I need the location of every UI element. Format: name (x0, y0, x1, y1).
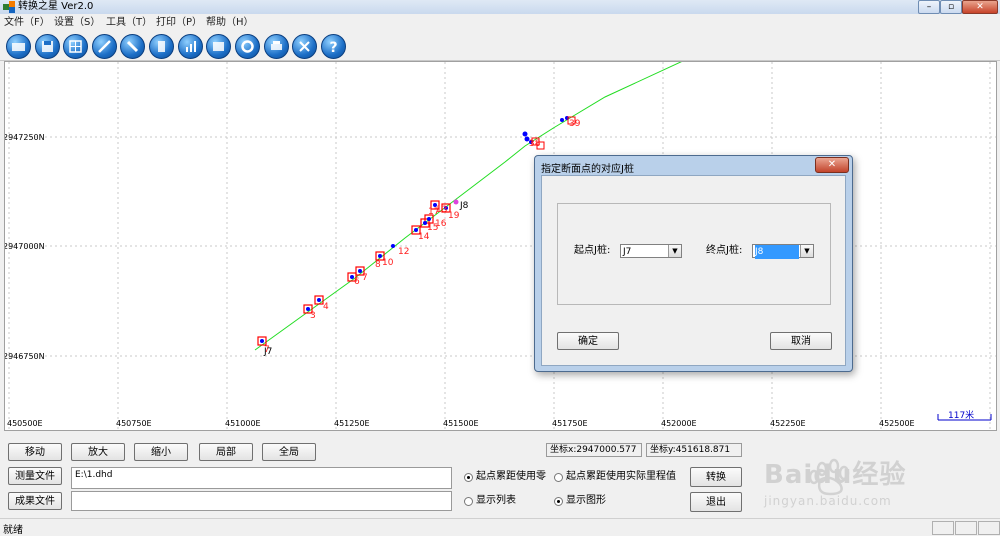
point-label: 17 (428, 207, 439, 217)
dialog-body: 起点J桩: J7 ▼ 终点J桩: J8 ▼ 确定 取消 (541, 175, 846, 366)
point-label: 4 (323, 302, 329, 312)
partial-view-button[interactable]: 局部 (199, 443, 253, 461)
maximize-icon[interactable]: ▫ (940, 0, 962, 14)
radio-start-actual-label: 起点累距使用实际里程值 (566, 471, 676, 482)
gear-icon[interactable] (235, 34, 260, 59)
cancel-button[interactable]: 取消 (770, 332, 832, 350)
start-pile-select[interactable]: J7 ▼ (620, 244, 682, 258)
point-label-j8: J8 (459, 201, 469, 211)
point-label-j7: J7 (263, 347, 272, 357)
y-tick: 2946750N (5, 352, 45, 361)
y-tick: 2947000N (5, 242, 45, 251)
status-bar: 就绪 (0, 518, 1000, 536)
point-label: 39 (569, 119, 581, 129)
point-label: 16 (435, 219, 447, 229)
full-view-button[interactable]: 全局 (262, 443, 316, 461)
status-cell (932, 521, 954, 535)
folder-open-icon[interactable] (6, 34, 31, 59)
result-file-path[interactable] (71, 491, 452, 511)
point-label: 3 (310, 311, 316, 321)
x-tick: 451500E (443, 419, 479, 428)
printer-icon[interactable] (264, 34, 289, 59)
radio-start-zero[interactable] (464, 473, 473, 482)
x-tick: 450750E (116, 419, 152, 428)
result-file-button[interactable]: 成果文件 (8, 492, 62, 510)
close-window-icon[interactable]: ✕ (962, 0, 998, 14)
radio-start-zero-label: 起点累距使用零 (476, 471, 546, 482)
x-tick: 451250E (334, 419, 370, 428)
survey-points (257, 116, 576, 346)
convert-button[interactable]: 转换 (690, 467, 742, 487)
point-label: 10 (382, 258, 394, 268)
minimize-icon[interactable]: – (918, 0, 940, 14)
chevron-down-icon[interactable]: ▼ (800, 245, 813, 257)
point-label: 6 (354, 277, 360, 287)
menu-bar: 文件（F） 设置（S） 工具（T） 打印（P） 帮助（H） (0, 15, 1000, 31)
save-icon[interactable] (35, 34, 60, 59)
menu-file[interactable]: 文件（F） (4, 16, 50, 30)
book-icon[interactable] (149, 34, 174, 59)
point-label: 8 (375, 260, 381, 270)
zoom-in-button[interactable]: 放大 (71, 443, 125, 461)
x-tick: 451750E (552, 419, 588, 428)
pile-assignment-dialog: 指定断面点的对应J桩 ✕ 起点J桩: J7 ▼ 终点J桩: J8 ▼ 确定 取消 (534, 155, 853, 372)
point-label: 7 (362, 273, 368, 283)
radio-start-actual[interactable] (554, 473, 563, 482)
end-pile-value: J8 (755, 245, 799, 259)
y-tick: 2947250N (5, 133, 45, 142)
menu-tools[interactable]: 工具（T） (106, 16, 152, 30)
x-tick: 450500E (7, 419, 43, 428)
x-tick: 452500E (879, 419, 915, 428)
end-pile-select[interactable]: J8 ▼ (752, 244, 814, 259)
close-icon[interactable] (292, 34, 317, 59)
chevron-down-icon[interactable]: ▼ (668, 245, 681, 257)
coord-x-readout: 坐标x:2947000.577 (546, 443, 642, 457)
radio-show-list[interactable] (464, 497, 473, 506)
start-pile-label: 起点J桩: (574, 245, 611, 256)
tool-icon[interactable] (120, 34, 145, 59)
image-icon[interactable] (206, 34, 231, 59)
survey-file-path[interactable]: E:\1.dhd (71, 467, 452, 489)
app-icon (3, 1, 15, 13)
point-label: 19 (448, 211, 460, 221)
watermark-brand: Baidu经验 (764, 460, 907, 490)
ok-button[interactable]: 确定 (557, 332, 619, 350)
x-tick: 452250E (770, 419, 806, 428)
scale-label: 117米 (948, 409, 974, 421)
x-tick: 452000E (661, 419, 697, 428)
start-pile-value: J7 (623, 247, 632, 257)
svg-text:?: ? (329, 40, 337, 56)
dialog-title: 指定断面点的对应J桩 (541, 164, 634, 175)
chart-icon[interactable] (178, 34, 203, 59)
radio-show-graph[interactable] (554, 497, 563, 506)
watermark-url: jingyan.baidu.com (764, 494, 892, 508)
point-label: 38 (529, 139, 541, 149)
end-pile-label: 终点J桩: (706, 245, 743, 256)
grid-table-icon[interactable] (63, 34, 88, 59)
move-button[interactable]: 移动 (8, 443, 62, 461)
dialog-close-icon[interactable]: ✕ (815, 157, 849, 173)
menu-print[interactable]: 打印（P） (156, 16, 202, 30)
toolbar: ? (0, 32, 1000, 61)
scale-bar: 117米 (937, 409, 992, 421)
menu-help[interactable]: 帮助（H） (206, 16, 254, 30)
point-label: 14 (418, 232, 430, 242)
zoom-out-button[interactable]: 缩小 (134, 443, 188, 461)
baidu-watermark: Baidu经验 jingyan.baidu.com (760, 446, 1000, 516)
window-title: 转换之星 Ver2.0 (18, 1, 94, 12)
title-bar: 转换之星 Ver2.0 – ▫ ✕ (0, 0, 1000, 14)
x-tick: 451000E (225, 419, 261, 428)
exit-button[interactable]: 退出 (690, 492, 742, 512)
status-cell (978, 521, 1000, 535)
radio-show-list-label: 显示列表 (476, 495, 516, 506)
radio-show-graph-label: 显示图形 (566, 495, 606, 506)
point-label: 12 (398, 247, 409, 257)
edit-icon[interactable] (92, 34, 117, 59)
survey-file-button[interactable]: 测量文件 (8, 467, 62, 485)
menu-settings[interactable]: 设置（S） (54, 16, 100, 30)
coord-y-readout: 坐标y:451618.871 (646, 443, 742, 457)
status-cell (955, 521, 977, 535)
help-icon[interactable]: ? (321, 34, 346, 59)
